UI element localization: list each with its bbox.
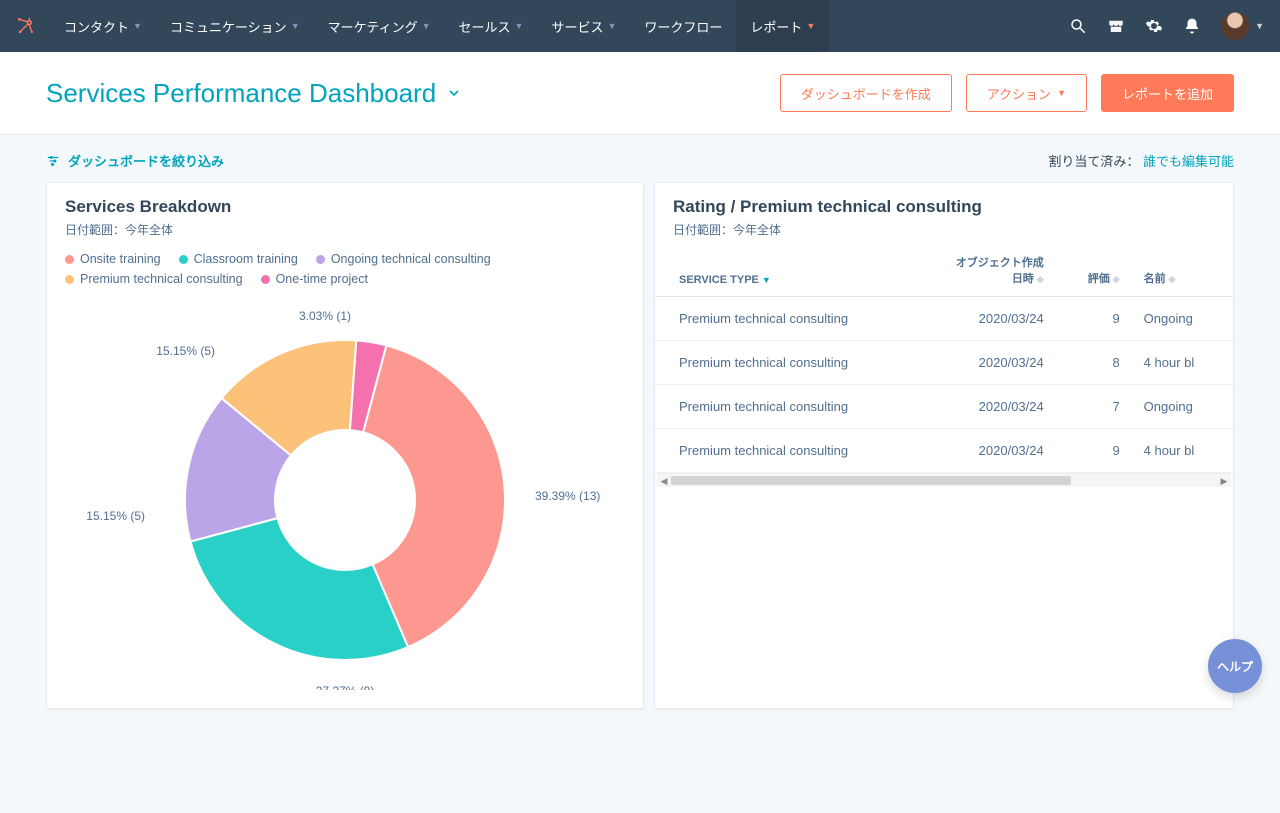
assigned-label: 割り当て済み： 誰でも編集可能 (1048, 151, 1234, 170)
legend-item: One-time project (261, 272, 368, 286)
table-row[interactable]: Premium technical consulting2020/03/2484… (655, 341, 1233, 385)
nav-items: コンタクト ▼コミュニケーション ▼マーケティング ▼セールス ▼サービス ▼ワ… (50, 0, 829, 52)
sort-icon: ◆ (1113, 274, 1120, 284)
search-icon[interactable] (1069, 17, 1087, 35)
table-row[interactable]: Premium technical consulting2020/03/247O… (655, 385, 1233, 429)
chevron-down-icon: ▼ (1255, 21, 1264, 31)
nav-item-マーケティング[interactable]: マーケティング ▼ (314, 0, 445, 52)
rating-table-card: Rating / Premium technical consulting 日付… (654, 182, 1234, 709)
sort-icon: ◆ (1037, 274, 1044, 284)
scrollbar-thumb[interactable] (671, 476, 1071, 485)
filter-dashboard-link[interactable]: ダッシュボードを絞り込み (46, 151, 224, 170)
table-cell: Premium technical consulting (655, 385, 934, 429)
table-cell: 2020/03/24 (934, 429, 1056, 473)
table-cell: Premium technical consulting (655, 429, 934, 473)
table-cell: Premium technical consulting (655, 341, 934, 385)
chevron-down-icon: ▼ (422, 21, 431, 31)
chevron-down-icon: ▼ (133, 21, 142, 31)
horizontal-scrollbar[interactable]: ◀ ▶ (657, 473, 1231, 487)
marketplace-icon[interactable] (1107, 17, 1125, 35)
scroll-left-icon[interactable]: ◀ (657, 474, 671, 488)
donut-chart: 39.39% (13) 27.27% (9) 15.15% (5) 15.15% (5… (47, 290, 643, 708)
nav-utility-icons: ▼ (1069, 12, 1264, 40)
table-cell: 2020/03/24 (934, 385, 1056, 429)
table-cell: 7 (1056, 385, 1132, 429)
table-row[interactable]: Premium technical consulting2020/03/2494… (655, 429, 1233, 473)
pie-label: 3.03% (1) (299, 309, 351, 323)
chevron-down-icon: ▼ (515, 21, 524, 31)
chevron-down-icon: ▼ (806, 21, 815, 31)
table-card-title: Rating / Premium technical consulting (673, 197, 1215, 217)
legend-dot-icon (316, 255, 325, 264)
avatar (1221, 12, 1249, 40)
services-breakdown-card: Services Breakdown 日付範囲：今年全体 Onsite trai… (46, 182, 644, 709)
table-header[interactable]: 評価◆ (1056, 244, 1132, 297)
rating-table: SERVICE TYPE▼オブジェクト作成日時◆評価◆名前◆ Premium t… (655, 244, 1233, 473)
bell-icon[interactable] (1183, 17, 1201, 35)
legend-dot-icon (179, 255, 188, 264)
legend-dot-icon (65, 255, 74, 264)
nav-item-セールス[interactable]: セールス ▼ (445, 0, 538, 52)
legend-dot-icon (261, 275, 270, 284)
table-cell: Ongoing (1132, 385, 1233, 429)
chart-card-subtitle: 日付範囲：今年全体 (65, 221, 625, 238)
dashboard-title-dropdown[interactable]: Services Performance Dashboard (46, 78, 462, 109)
chart-legend: Onsite training Classroom training Ongoing… (65, 244, 643, 290)
actions-dropdown-button[interactable]: アクション ▼ (966, 74, 1087, 112)
nav-item-サービス[interactable]: サービス ▼ (537, 0, 630, 52)
table-header[interactable]: SERVICE TYPE▼ (655, 244, 934, 297)
legend-item: Ongoing technical consulting (316, 252, 491, 266)
legend-item: Classroom training (179, 252, 298, 266)
scroll-right-icon[interactable]: ▶ (1217, 474, 1231, 488)
page-title: Services Performance Dashboard (46, 78, 436, 109)
table-row[interactable]: Premium technical consulting2020/03/249O… (655, 297, 1233, 341)
pie-label: 39.39% (13) (535, 489, 600, 503)
table-cell: 2020/03/24 (934, 341, 1056, 385)
table-cell: Ongoing (1132, 297, 1233, 341)
pie-label: 15.15% (5) (86, 509, 145, 523)
filter-icon (46, 154, 60, 168)
table-cell: 4 hour bl (1132, 341, 1233, 385)
add-report-button[interactable]: レポートを追加 (1101, 74, 1234, 112)
help-button[interactable]: ヘルプ (1208, 639, 1262, 693)
table-header[interactable]: オブジェクト作成日時◆ (934, 244, 1056, 297)
pie-label: 15.15% (5) (156, 344, 215, 358)
table-cell: 8 (1056, 341, 1132, 385)
chevron-down-icon: ▼ (1057, 88, 1066, 98)
table-cell: 9 (1056, 429, 1132, 473)
gear-icon[interactable] (1145, 17, 1163, 35)
table-card-subtitle: 日付範囲：今年全体 (673, 221, 1215, 238)
chart-card-title: Services Breakdown (65, 197, 625, 217)
nav-item-ワークフロー[interactable]: ワークフロー (630, 0, 736, 52)
table-cell: 9 (1056, 297, 1132, 341)
legend-item: Premium technical consulting (65, 272, 243, 286)
dashboard-filter-row: ダッシュボードを絞り込み 割り当て済み： 誰でも編集可能 (0, 135, 1280, 182)
chevron-down-icon: ▼ (607, 21, 616, 31)
nav-item-コミュニケーション[interactable]: コミュニケーション ▼ (156, 0, 314, 52)
table-cell: 2020/03/24 (934, 297, 1056, 341)
nav-item-コンタクト[interactable]: コンタクト ▼ (50, 0, 156, 52)
chevron-down-icon: ▼ (291, 21, 300, 31)
pie-slice[interactable] (190, 518, 408, 660)
user-menu[interactable]: ▼ (1221, 12, 1264, 40)
legend-dot-icon (65, 275, 74, 284)
table-header[interactable]: 名前◆ (1132, 244, 1233, 297)
nav-item-レポート[interactable]: レポート ▼ (736, 0, 829, 52)
sort-icon: ◆ (1169, 274, 1176, 284)
legend-item: Onsite training (65, 252, 161, 266)
page-header: Services Performance Dashboard ダッシュボードを作… (0, 52, 1280, 135)
hubspot-logo-icon[interactable] (16, 16, 36, 36)
top-nav: コンタクト ▼コミュニケーション ▼マーケティング ▼セールス ▼サービス ▼ワ… (0, 0, 1280, 52)
pie-label: 27.27% (9) (316, 684, 375, 690)
table-cell: Premium technical consulting (655, 297, 934, 341)
dashboard-cards: Services Breakdown 日付範囲：今年全体 Onsite trai… (0, 182, 1280, 749)
header-actions: ダッシュボードを作成 アクション ▼ レポートを追加 (780, 74, 1234, 112)
sort-icon: ▼ (762, 275, 771, 285)
chevron-down-icon (446, 85, 462, 101)
create-dashboard-button[interactable]: ダッシュボードを作成 (780, 74, 952, 112)
assigned-permission-link[interactable]: 誰でも編集可能 (1143, 154, 1234, 169)
table-cell: 4 hour bl (1132, 429, 1233, 473)
